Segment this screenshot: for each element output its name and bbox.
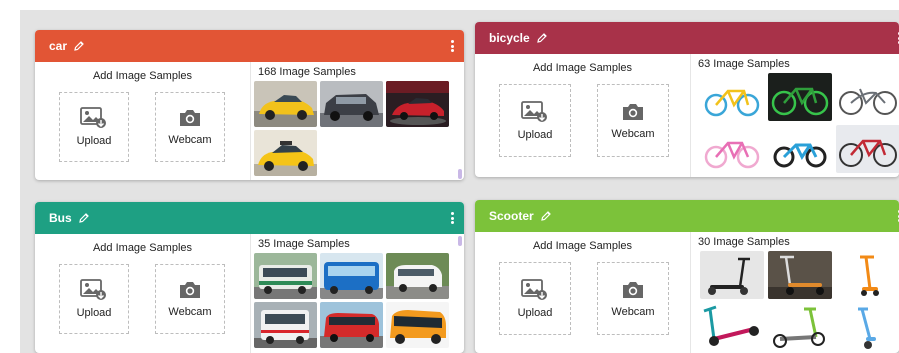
samples-panel: 168 Image Samples: [250, 62, 464, 180]
samples-panel: 63 Image Samples: [690, 54, 899, 177]
classes-canvas: car Add Image Samples Upload Webcam 168 …: [20, 10, 899, 353]
class-card-bus: Bus Add Image Samples Upload Webcam 35 I…: [35, 202, 464, 353]
webcam-button[interactable]: Webcam: [597, 84, 669, 157]
sample-thumbnail[interactable]: [386, 302, 449, 348]
samples-count: 30 Image Samples: [698, 236, 790, 248]
class-name[interactable]: Scooter: [489, 209, 534, 223]
camera-icon: [623, 103, 643, 120]
sample-thumbnail[interactable]: [768, 303, 832, 351]
add-samples-panel: Add Image Samples Upload Webcam: [35, 234, 251, 353]
sample-thumbnail[interactable]: [320, 302, 383, 348]
class-name[interactable]: bicycle: [489, 31, 530, 45]
sample-thumbnail[interactable]: [254, 81, 317, 127]
image-upload-icon: [80, 107, 106, 128]
webcam-label: Webcam: [168, 306, 212, 318]
upload-label: Upload: [517, 306, 553, 319]
sample-thumbnail[interactable]: [254, 130, 317, 176]
more-options-icon[interactable]: [450, 38, 454, 54]
samples-count: 63 Image Samples: [698, 58, 790, 70]
upload-label: Upload: [76, 135, 112, 147]
sample-thumbnail[interactable]: [386, 253, 449, 299]
upload-button[interactable]: Upload: [59, 92, 129, 162]
upload-button[interactable]: Upload: [59, 264, 129, 334]
pencil-icon[interactable]: [536, 32, 548, 44]
pencil-icon[interactable]: [73, 40, 85, 52]
class-header: Bus: [35, 202, 464, 234]
camera-icon: [180, 110, 200, 126]
sample-thumbnail[interactable]: [320, 253, 383, 299]
add-samples-title: Add Image Samples: [92, 70, 193, 82]
scroll-indicator[interactable]: [458, 169, 462, 179]
sample-thumbnail[interactable]: [700, 73, 764, 121]
sample-thumbnail[interactable]: [386, 81, 449, 127]
sample-thumbnail[interactable]: [768, 251, 832, 299]
webcam-button[interactable]: Webcam: [597, 262, 669, 335]
class-card-scooter: Scooter Add Image Samples Upload Webcam …: [475, 200, 899, 353]
sample-thumbnail[interactable]: [700, 125, 764, 173]
class-header: Scooter: [475, 200, 899, 232]
scroll-indicator[interactable]: [458, 236, 462, 246]
samples-count: 168 Image Samples: [258, 66, 356, 78]
add-samples-title: Add Image Samples: [532, 240, 633, 252]
upload-button[interactable]: Upload: [499, 84, 571, 157]
image-upload-icon: [521, 278, 547, 300]
samples-panel: 35 Image Samples: [250, 234, 464, 353]
class-header: bicycle: [475, 22, 899, 54]
class-header: car: [35, 30, 464, 62]
sample-thumbnails: [700, 251, 899, 351]
sample-thumbnail[interactable]: [254, 253, 317, 299]
add-samples-title: Add Image Samples: [532, 62, 633, 74]
samples-panel: 30 Image Samples: [690, 232, 899, 353]
webcam-label: Webcam: [611, 127, 655, 140]
samples-count: 35 Image Samples: [258, 238, 350, 250]
class-name[interactable]: Bus: [49, 211, 72, 225]
upload-button[interactable]: Upload: [499, 262, 571, 335]
webcam-button[interactable]: Webcam: [155, 264, 225, 334]
sample-thumbnail[interactable]: [836, 125, 899, 173]
upload-label: Upload: [517, 128, 553, 141]
class-card-car: car Add Image Samples Upload Webcam 168 …: [35, 30, 464, 180]
sample-thumbnail[interactable]: [768, 125, 832, 173]
pencil-icon[interactable]: [540, 210, 552, 222]
sample-thumbnail[interactable]: [836, 251, 899, 299]
image-upload-icon: [80, 279, 106, 300]
sample-thumbnail[interactable]: [320, 81, 383, 127]
sample-thumbnails: [700, 73, 899, 173]
sample-thumbnails: [254, 81, 449, 176]
class-name[interactable]: car: [49, 39, 67, 53]
sample-thumbnail[interactable]: [836, 303, 899, 351]
camera-icon: [180, 282, 200, 298]
add-samples-title: Add Image Samples: [92, 242, 193, 254]
add-samples-panel: Add Image Samples Upload Webcam: [475, 54, 691, 177]
image-upload-icon: [521, 100, 547, 122]
add-samples-panel: Add Image Samples Upload Webcam: [35, 62, 251, 180]
sample-thumbnail[interactable]: [700, 251, 764, 299]
webcam-label: Webcam: [611, 305, 655, 318]
sample-thumbnail[interactable]: [700, 303, 764, 351]
sample-thumbnail[interactable]: [836, 73, 899, 121]
class-card-bicycle: bicycle Add Image Samples Upload Webcam …: [475, 22, 899, 177]
more-options-icon[interactable]: [450, 210, 454, 226]
camera-icon: [623, 281, 643, 298]
sample-thumbnails: [254, 253, 449, 348]
sample-thumbnail[interactable]: [768, 73, 832, 121]
pencil-icon[interactable]: [78, 212, 90, 224]
sample-thumbnail[interactable]: [254, 302, 317, 348]
webcam-button[interactable]: Webcam: [155, 92, 225, 162]
add-samples-panel: Add Image Samples Upload Webcam: [475, 232, 691, 353]
webcam-label: Webcam: [168, 134, 212, 146]
upload-label: Upload: [76, 307, 112, 319]
